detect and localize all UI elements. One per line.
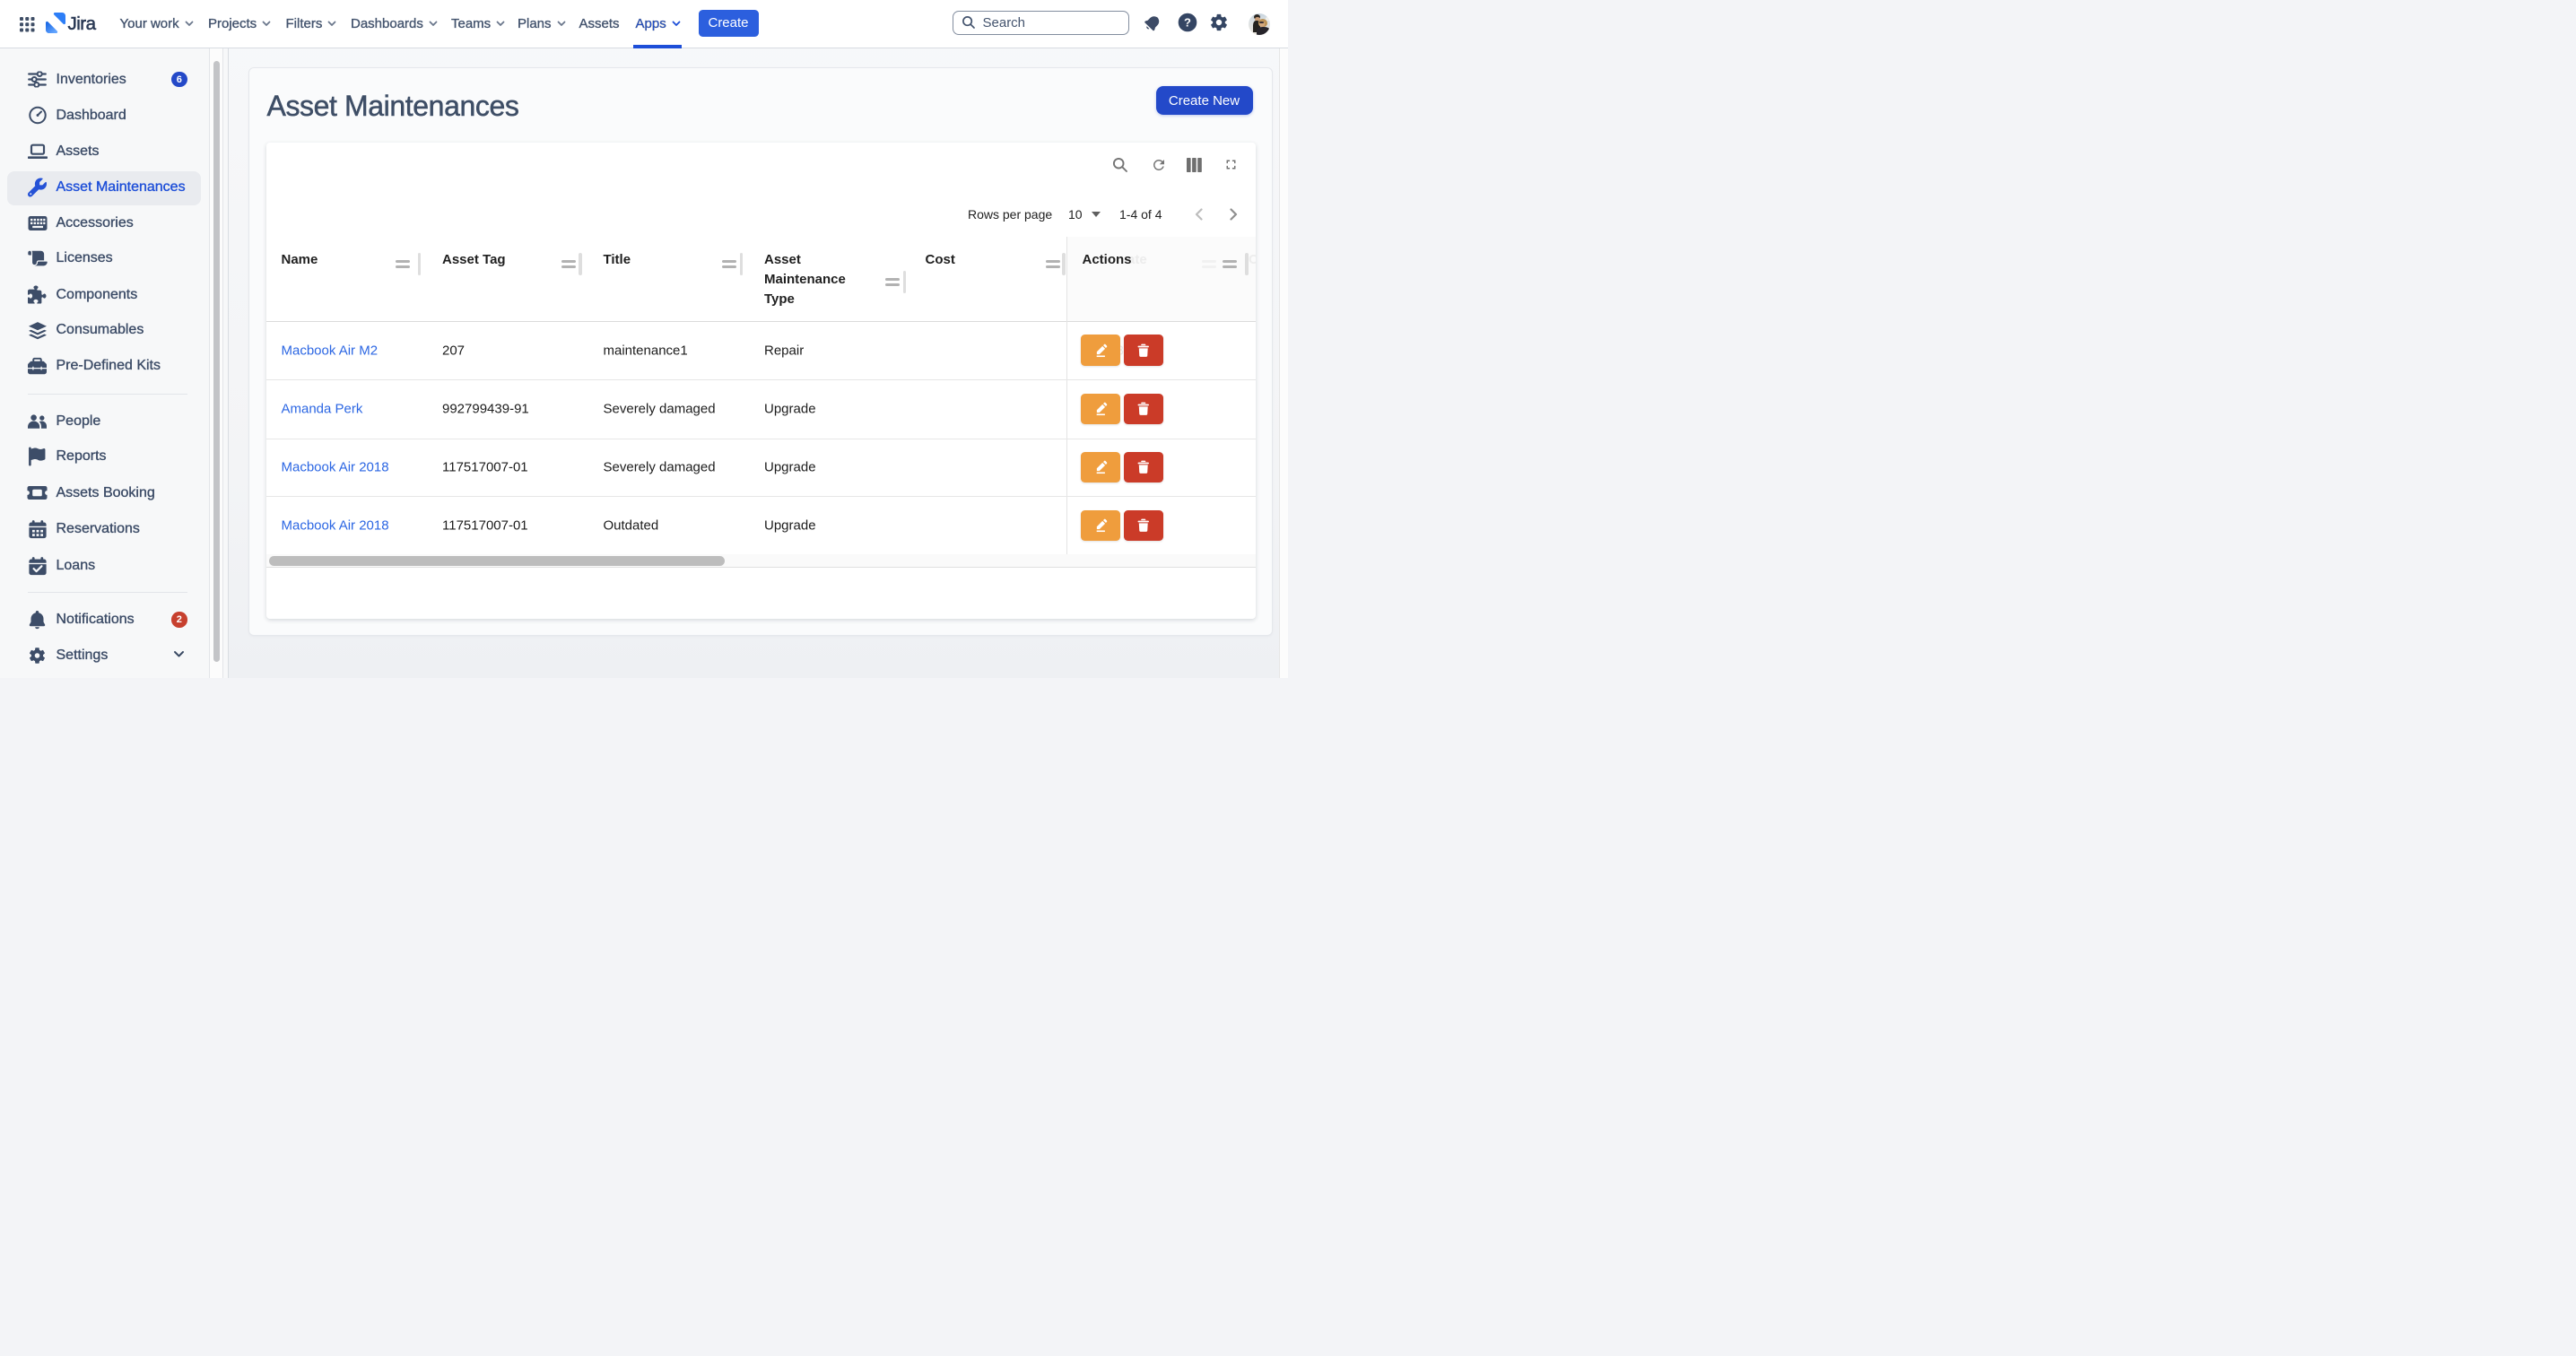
svg-text:?: ? — [1184, 16, 1191, 30]
